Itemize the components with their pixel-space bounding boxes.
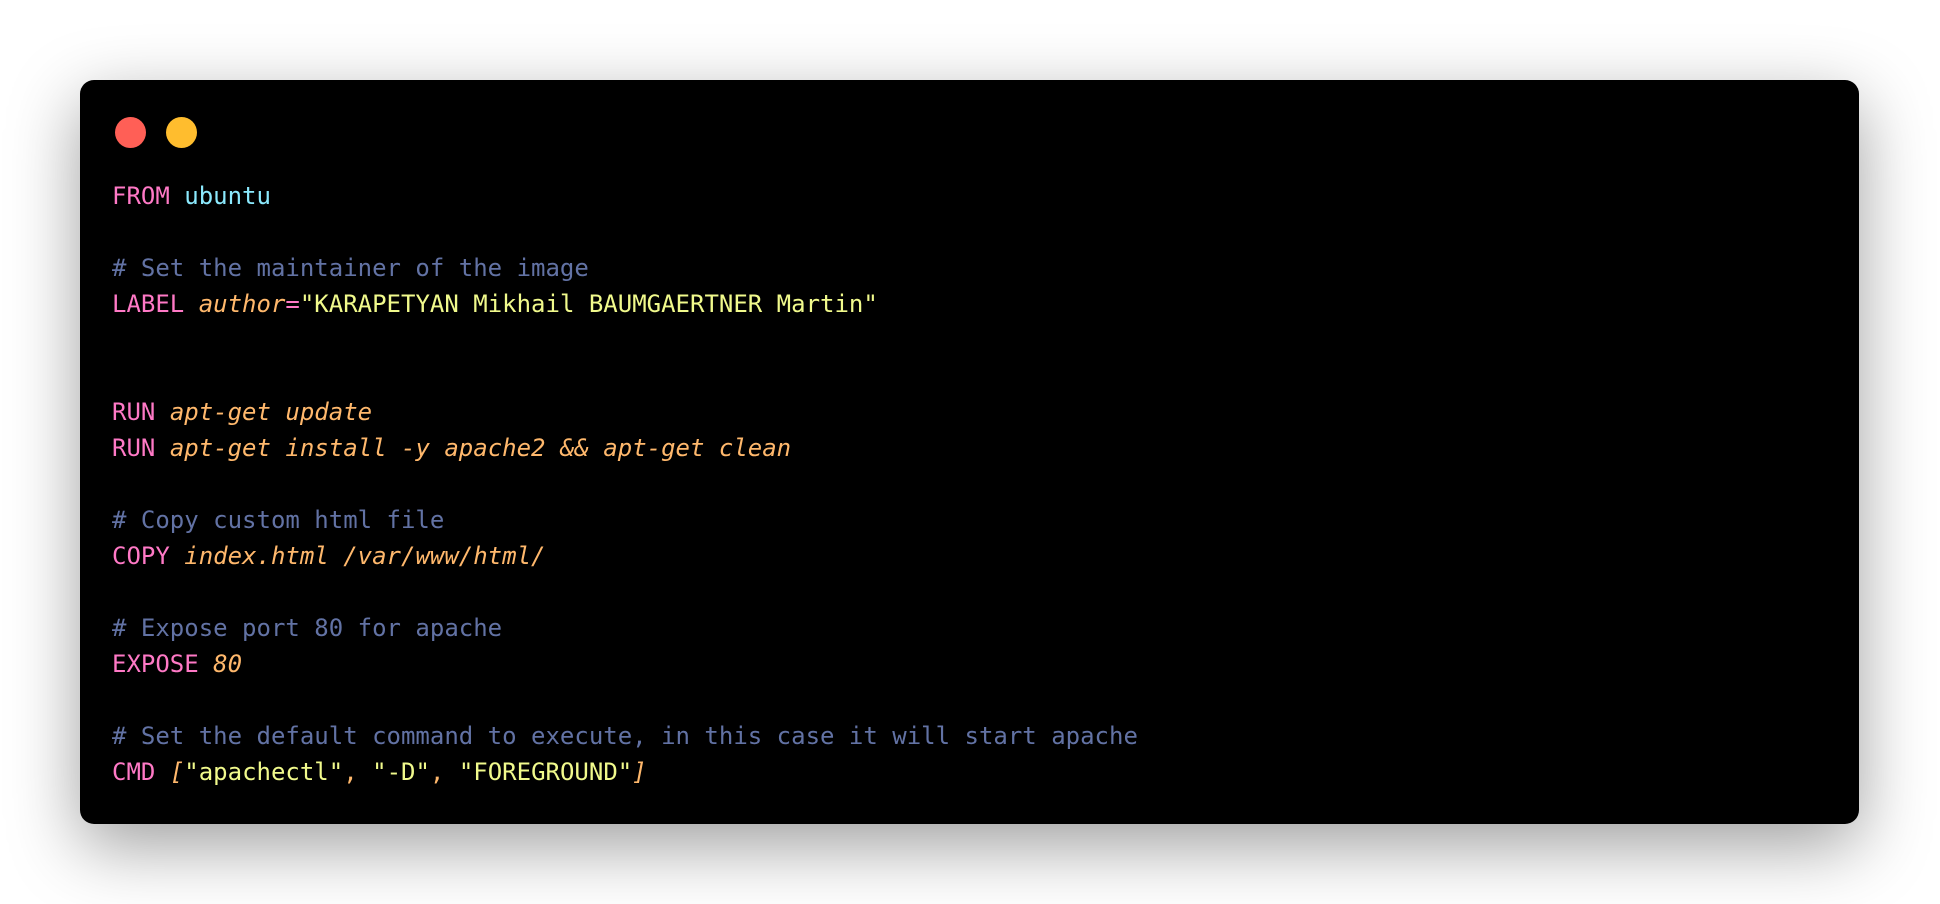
code-line: # Set the maintainer of the image: [112, 250, 1138, 286]
code-line: FROM ubuntu: [112, 178, 1138, 214]
token-comment: # Set the default command to execute, in…: [112, 722, 1138, 750]
code-line: EXPOSE 80: [112, 646, 1138, 682]
minimize-dot-icon[interactable]: [166, 117, 197, 148]
token-keyword: RUN: [112, 434, 156, 462]
token-attribute: ]: [632, 758, 647, 786]
token-keyword: CMD: [112, 758, 156, 786]
code-line: LABEL author="KARAPETYAN Mikhail BAUMGAE…: [112, 286, 1138, 322]
token-keyword: =: [285, 290, 300, 318]
token-attribute: apt-get install -y apache2 && apt-get cl…: [169, 434, 792, 462]
screenshot-stage: FROM ubuntu # Set the maintainer of the i…: [0, 0, 1940, 904]
token-string: "-D": [372, 758, 430, 786]
code-line: CMD ["apachectl", "-D", "FOREGROUND"]: [112, 754, 1138, 790]
code-line: # Copy custom html file: [112, 502, 1138, 538]
token-keyword: LABEL: [112, 290, 185, 318]
token-image: ubuntu: [184, 182, 271, 210]
code-line: RUN apt-get install -y apache2 && apt-ge…: [112, 430, 1138, 466]
token-keyword: EXPOSE: [112, 650, 199, 678]
token-keyword: FROM: [112, 182, 170, 210]
token-attribute: apt-get update: [169, 398, 373, 426]
token-attribute: ,: [343, 758, 373, 786]
token-attribute: index.html /var/www/html/: [184, 542, 546, 570]
token-keyword: COPY: [112, 542, 170, 570]
code-line: RUN apt-get update: [112, 394, 1138, 430]
token-comment: # Expose port 80 for apache: [112, 614, 503, 642]
code-line: COPY index.html /var/www/html/: [112, 538, 1138, 574]
dockerfile-code-block: FROM ubuntu # Set the maintainer of the i…: [112, 178, 1138, 790]
token-attribute: [: [169, 758, 185, 786]
token-attribute: ,: [429, 758, 459, 786]
token-string: "KARAPETYAN Mikhail BAUMGAERTNER Martin": [299, 290, 878, 318]
code-line: # Expose port 80 for apache: [112, 610, 1138, 646]
token-keyword: RUN: [112, 398, 156, 426]
token-comment: # Set the maintainer of the image: [112, 254, 589, 282]
code-line: # Set the default command to execute, in…: [112, 718, 1138, 754]
close-dot-icon[interactable]: [115, 117, 146, 148]
token-string: "apachectl": [184, 758, 344, 786]
token-comment: # Copy custom html file: [112, 506, 445, 534]
token-attribute: author: [198, 290, 286, 318]
token-attribute: 80: [213, 650, 243, 678]
token-string: "FOREGROUND": [458, 758, 633, 786]
